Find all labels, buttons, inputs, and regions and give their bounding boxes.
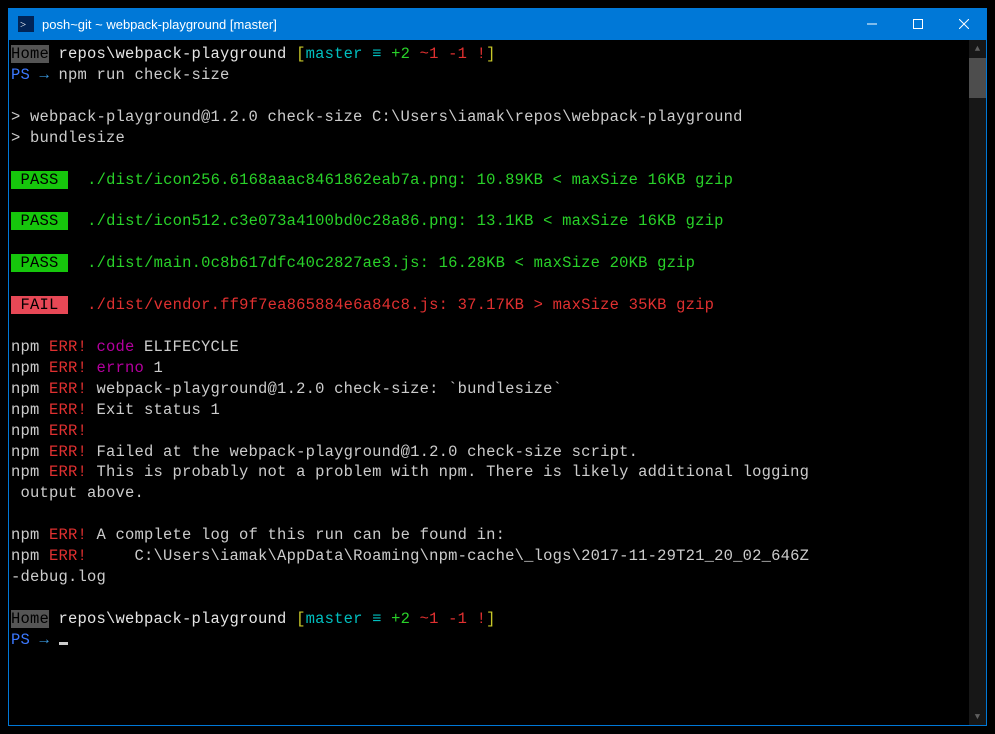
prompt-path: repos\webpack-playground	[49, 45, 296, 63]
terminal-window: > posh~git ~ webpack-playground [master]…	[8, 8, 987, 726]
status-badge-pass: PASS	[11, 171, 68, 189]
prompt-arrow-icon: →	[40, 631, 59, 649]
prompt-arrow-icon: →	[40, 66, 50, 84]
npm-err-label: ERR!	[40, 338, 88, 356]
window-controls	[849, 8, 987, 40]
git-branch: master	[306, 610, 363, 628]
command-input: npm run check-size	[49, 66, 230, 84]
scrollbar[interactable]: ▲ ▼	[969, 40, 986, 725]
titlebar[interactable]: > posh~git ~ webpack-playground [master]	[8, 8, 987, 40]
result-line: ./dist/main.0c8b617dfc40c2827ae3.js: 16.…	[87, 254, 695, 272]
terminal-content[interactable]: Home repos\webpack-playground [master ≡ …	[9, 40, 986, 655]
cursor	[59, 642, 68, 645]
close-button[interactable]	[941, 8, 987, 40]
ps-label: PS	[11, 66, 40, 84]
minimize-button[interactable]	[849, 8, 895, 40]
npm-script-header: > webpack-playground@1.2.0 check-size C:…	[11, 108, 743, 126]
scrollbar-thumb[interactable]	[969, 58, 986, 98]
terminal-viewport[interactable]: Home repos\webpack-playground [master ≡ …	[9, 40, 986, 725]
scroll-down-icon[interactable]: ▼	[969, 708, 986, 725]
prompt-home: Home	[11, 610, 49, 628]
scroll-up-icon[interactable]: ▲	[969, 40, 986, 57]
git-branch: master	[306, 45, 363, 63]
result-line: ./dist/vendor.ff9f7ea865884e6a84c8.js: 3…	[87, 296, 714, 314]
prompt-home: Home	[11, 45, 49, 63]
result-line: ./dist/icon512.c3e073a4100bd0c28a86.png:…	[87, 212, 724, 230]
git-modified: ~1	[410, 45, 439, 63]
svg-text:>: >	[20, 19, 26, 31]
status-badge-pass: PASS	[11, 212, 68, 230]
result-line: ./dist/icon256.6168aaac8461862eab7a.png:…	[87, 171, 733, 189]
ps-label: PS	[11, 631, 40, 649]
window-title: posh~git ~ webpack-playground [master]	[42, 17, 849, 32]
git-ahead: +2	[391, 45, 410, 63]
maximize-button[interactable]	[895, 8, 941, 40]
status-badge-pass: PASS	[11, 254, 68, 272]
status-badge-fail: FAIL	[11, 296, 68, 314]
git-deleted: -1	[439, 45, 468, 63]
prompt-path: repos\webpack-playground	[49, 610, 296, 628]
app-icon: >	[18, 16, 34, 32]
